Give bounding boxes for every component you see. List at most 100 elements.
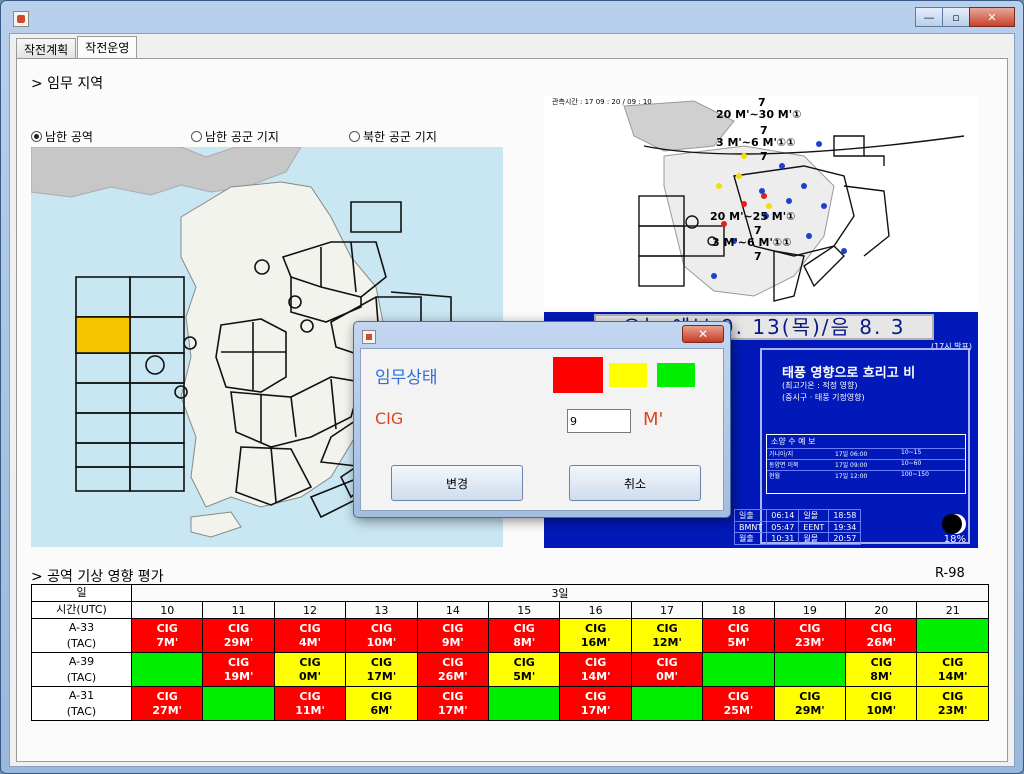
impact-cell[interactable]: CIG 10M'	[845, 686, 918, 721]
radio-south-airbase[interactable]: 남한 공군 기지	[191, 128, 279, 145]
cell: 10~60	[901, 460, 922, 467]
radio-label: 남한 공군 기지	[205, 130, 279, 144]
impact-cell[interactable]: CIG 14M'	[916, 652, 989, 687]
impact-cell[interactable]: CIG 10M'	[345, 618, 418, 653]
hour-header: 15	[488, 601, 561, 619]
weather-impact-table: 일 3일 시간(UTC) 10 11 12 13 14 15 16 17 18 19 20 21 A-…	[31, 584, 989, 721]
impact-cell[interactable]: CIG 29M'	[202, 618, 275, 653]
cell: 일몰	[798, 509, 830, 522]
change-button[interactable]: 변경	[391, 465, 523, 501]
cell: 일출	[733, 509, 768, 522]
cell: 10~15	[901, 449, 922, 456]
impact-cell[interactable]: CIG 5M'	[702, 618, 775, 653]
radio-label: 북한 공군 기지	[363, 130, 437, 144]
impact-cell[interactable]: CIG 29M'	[773, 686, 847, 721]
impact-cell[interactable]: CIG 6M'	[345, 686, 418, 721]
status-red-swatch[interactable]	[553, 357, 603, 393]
impact-code: R-98	[935, 566, 965, 581]
impact-cell[interactable]: CIG 26M'	[416, 652, 490, 687]
hour-header: 19	[773, 601, 847, 619]
hour-header: 11	[202, 601, 275, 619]
cell: 100~150	[901, 471, 929, 478]
table-row: A-39 (TAC) CIG 19M' CIG 0M' CIG 17M' CIG 26M…	[31, 652, 989, 687]
radio-south-airspace[interactable]: 남한 공역	[31, 128, 93, 145]
weather-annotation: 20 M'~30 M'①	[716, 108, 801, 121]
radio-unselected-icon	[349, 131, 360, 142]
impact-cell[interactable]	[630, 686, 704, 721]
impact-cell[interactable]: CIG 17M'	[416, 686, 490, 721]
hour-header: 14	[416, 601, 490, 619]
table-row: 동양면 이북 17일 09:00 10~60	[767, 459, 965, 470]
dialog-body: 임무상태 CIG M' 변경 취소	[360, 348, 724, 511]
impact-cell[interactable]: CIG 7M'	[130, 618, 204, 653]
weather-map-header: 관측시간 : 17 09 : 20 / 09 : 10	[552, 97, 652, 106]
impact-cell[interactable]: CIG 0M'	[630, 652, 704, 687]
minimize-button[interactable]: —	[915, 7, 943, 27]
mission-status-label: 임무상태	[375, 368, 438, 388]
forecast-sub-1: (최고기온 : 적정 영향)	[782, 381, 858, 390]
impact-cell[interactable]: CIG 19M'	[202, 652, 275, 687]
status-yellow-swatch[interactable]	[609, 363, 647, 387]
header-time-label: 시간(UTC)	[31, 601, 132, 619]
weather-annotation: 3 M'~6 M'①①	[716, 136, 795, 149]
cell: 17일 06:00	[835, 451, 868, 458]
dialog-close-button[interactable]: ✕	[682, 325, 724, 343]
cell: 17일 09:00	[835, 462, 868, 469]
forecast-headline: 태풍 영향으로 흐리고 비	[782, 366, 916, 381]
impact-cell[interactable]: CIG 9M'	[416, 618, 490, 653]
impact-cell[interactable]: CIG 4M'	[273, 618, 347, 653]
impact-cell[interactable]	[916, 618, 989, 653]
cell: 05:47	[766, 521, 800, 533]
moon-phase-icon	[942, 514, 962, 534]
cancel-button[interactable]: 취소	[569, 465, 701, 501]
cig-input[interactable]	[567, 409, 631, 433]
highlighted-sector[interactable]	[75, 316, 131, 354]
impact-cell[interactable]	[130, 652, 204, 687]
impact-cell[interactable]: CIG 17M'	[559, 686, 632, 721]
cell: 동양면 이북	[769, 462, 799, 469]
impact-cell[interactable]: CIG 8M'	[845, 652, 918, 687]
cell: EENT	[798, 521, 830, 533]
cell: 현월	[769, 473, 781, 480]
title-bar[interactable]: — ▫ ✕	[1, 1, 1023, 31]
radio-north-airbase[interactable]: 북한 공군 기지	[349, 128, 437, 145]
radio-label: 남한 공역	[45, 130, 93, 144]
cell: BMNT	[733, 521, 768, 533]
impact-cell[interactable]: CIG 17M'	[345, 652, 418, 687]
impact-cell[interactable]: CIG 23M'	[773, 618, 847, 653]
impact-cell[interactable]: CIG 8M'	[488, 618, 561, 653]
cell: 10:31	[766, 532, 800, 545]
cell: 월몰	[798, 532, 830, 545]
impact-cell[interactable]: CIG 23M'	[916, 686, 989, 721]
hour-header: 18	[702, 601, 775, 619]
impact-cell[interactable]: CIG 26M'	[845, 618, 918, 653]
maximize-button[interactable]: ▫	[942, 7, 970, 27]
rainfall-forecast-table: 소양 수 예 보 가니아/지 17일 06:00 10~15 동양면 이북 17…	[766, 434, 966, 494]
sun-moon-table: 일출 06:14 일몰 18:58 BMNT 05:47 EENT 19:34	[733, 509, 978, 545]
impact-cell[interactable]: CIG 12M'	[630, 618, 704, 653]
cell: 06:14	[766, 509, 800, 522]
impact-cell[interactable]	[773, 652, 847, 687]
impact-cell[interactable]: CIG 27M'	[130, 686, 204, 721]
cell: 17일 12:00	[835, 473, 868, 480]
weather-annotation: 7	[760, 150, 768, 163]
java-app-icon	[13, 11, 29, 27]
hour-header: 17	[630, 601, 704, 619]
status-green-swatch[interactable]	[657, 363, 695, 387]
impact-cell[interactable]: CIG 25M'	[702, 686, 775, 721]
impact-cell[interactable]	[202, 686, 275, 721]
impact-cell[interactable]: CIG 0M'	[273, 652, 347, 687]
impact-cell[interactable]: CIG 5M'	[488, 652, 561, 687]
tab-operation-plan[interactable]: 작전계획	[16, 38, 77, 58]
java-app-icon	[362, 330, 376, 344]
impact-cell[interactable]: CIG 16M'	[559, 618, 632, 653]
close-button[interactable]: ✕	[969, 7, 1015, 27]
cig-unit: M'	[643, 409, 664, 430]
impact-cell[interactable]: CIG 11M'	[273, 686, 347, 721]
impact-cell[interactable]	[702, 652, 775, 687]
table-hours-row: 시간(UTC) 10 11 12 13 14 15 16 17 18 19 20 21	[31, 601, 989, 619]
impact-cell[interactable]: CIG 14M'	[559, 652, 632, 687]
impact-cell[interactable]	[488, 686, 561, 721]
cell: 가니아/지	[769, 451, 794, 458]
tab-operation-run[interactable]: 작전운영	[77, 36, 138, 58]
